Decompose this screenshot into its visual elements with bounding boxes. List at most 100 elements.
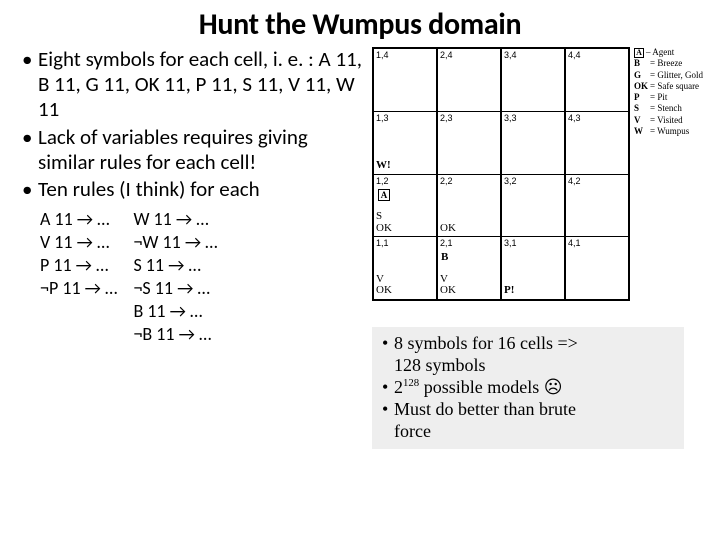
cell-44: 4,4: [566, 49, 628, 112]
left-column: Eight symbols for each cell, i. e. : A 1…: [14, 47, 372, 449]
cell-21-b: B: [441, 251, 448, 263]
coord-22: 2,2: [440, 176, 453, 186]
cell-13: 1,3 W!: [374, 112, 436, 175]
rule-p11: P 11 → …: [40, 254, 117, 277]
legend-glitter-sym: G: [634, 70, 650, 81]
summary-3a: Must do better than brute: [394, 399, 576, 419]
coord-21: 2,1: [440, 238, 453, 248]
summary-3: Must do better than bruteforce: [382, 399, 678, 443]
wumpus-figure: 1,4 1,3 W! 1,2 A S OK 1,1 V OK 2,4 2,3 2,2 OK…: [372, 47, 688, 301]
bullet-1: Eight symbols for each cell, i. e. : A 1…: [26, 47, 366, 123]
legend: A– Agent B= Breeze G= Glitter, Gold OK= …: [634, 47, 703, 137]
legend-stench: S= Stench: [634, 103, 703, 114]
cell-41: 4,1: [566, 237, 628, 299]
rule-s11: S 11 → …: [133, 254, 217, 277]
coord-11: 1,1: [376, 238, 389, 248]
coord-34: 3,4: [504, 50, 517, 60]
rule-w11: W 11 → …: [133, 208, 217, 231]
cell-31-text: P!: [504, 284, 514, 296]
rule-notw11: ¬W 11 → …: [133, 231, 217, 254]
summary-box: 8 symbols for 16 cells =>128 symbols 212…: [372, 327, 684, 449]
legend-safe-label: = Safe square: [650, 81, 699, 91]
cell-43: 4,3: [566, 112, 628, 175]
cell-14: 1,4: [374, 49, 436, 112]
legend-wumpus-sym: W: [634, 126, 650, 137]
summary-2sup: 128: [403, 377, 419, 389]
bullet-3: Ten rules (I think) for each: [26, 177, 366, 202]
legend-pit-sym: P: [634, 92, 650, 103]
main-bullets: Eight symbols for each cell, i. e. : A 1…: [14, 47, 366, 202]
rule-b11: B 11 → …: [133, 300, 217, 323]
wumpus-grid: 1,4 1,3W! 1,2AS OK 1,1V OK 2,4 2,3 2,2OK…: [372, 47, 630, 301]
coord-31: 3,1: [504, 238, 517, 248]
cell-42: 4,2: [566, 175, 628, 238]
cell-11: 1,1 V OK: [374, 237, 436, 299]
rules-col-1: A 11 → … V 11 → … P 11 → … ¬P 11 → …: [40, 208, 117, 346]
cell-34: 3,4: [502, 49, 564, 112]
legend-safe-sym: OK: [634, 81, 650, 92]
coord-12: 1,2: [376, 176, 389, 186]
legend-agent-label: – Agent: [646, 47, 674, 57]
agent-box-icon: A: [378, 189, 390, 201]
coord-23: 2,3: [440, 113, 453, 123]
grid-col-2: 2,4 2,3 2,2OK 2,1BV OK: [437, 48, 501, 300]
legend-breeze: B= Breeze: [634, 58, 703, 69]
cell-24: 2,4: [438, 49, 500, 112]
grid-col-1: 1,4 1,3 W! 1,2 A S OK 1,1 V OK: [373, 48, 437, 300]
legend-visited-label: = Visited: [650, 115, 683, 125]
summary-2a: 2: [394, 377, 403, 397]
rule-notp11: ¬P 11 → …: [40, 277, 117, 300]
legend-agent-box-icon: A: [634, 48, 644, 58]
rules-columns: A 11 → … V 11 → … P 11 → … ¬P 11 → … W 1…: [14, 208, 366, 346]
coord-42: 4,2: [568, 176, 581, 186]
rule-v11: V 11 → …: [40, 231, 117, 254]
summary-1a: 8 symbols for 16 cells =>: [394, 333, 578, 353]
legend-agent: A– Agent: [634, 47, 703, 58]
legend-stench-label: = Stench: [650, 103, 682, 113]
cell-33: 3,3: [502, 112, 564, 175]
grid-col-3: 3,4 3,3 3,2 3,1 P!: [501, 48, 565, 300]
cell-13-text: W!: [376, 159, 391, 171]
cell-12: 1,2 A S OK: [374, 175, 436, 238]
content: Eight symbols for each cell, i. e. : A 1…: [0, 47, 720, 449]
legend-pit-label: = Pit: [650, 92, 667, 102]
grid-col-4: 4,4 4,3 4,2 4,1: [565, 48, 629, 300]
legend-visited: V= Visited: [634, 115, 703, 126]
rule-notb11: ¬B 11 → …: [133, 323, 217, 346]
legend-visited-sym: V: [634, 115, 650, 126]
rules-col-2: W 11 → … ¬W 11 → … S 11 → … ¬S 11 → … B …: [133, 208, 217, 346]
coord-43: 4,3: [568, 113, 581, 123]
coord-41: 4,1: [568, 238, 581, 248]
coord-44: 4,4: [568, 50, 581, 60]
legend-glitter-label: = Glitter, Gold: [650, 70, 703, 80]
summary-2: 2128 possible models ☹: [382, 377, 678, 399]
cell-11-text: V OK: [376, 274, 392, 297]
bullet-2: Lack of variables requires giving simila…: [26, 125, 366, 175]
cell-12-text: S OK: [376, 211, 392, 234]
right-column: 1,4 1,3 W! 1,2 A S OK 1,1 V OK 2,4 2,3 2,2 OK…: [372, 47, 704, 449]
page-title: Hunt the Wumpus domain: [0, 0, 720, 47]
summary-2c: possible models ☹: [419, 377, 562, 397]
rule-nots11: ¬S 11 → …: [133, 277, 217, 300]
legend-glitter: G= Glitter, Gold: [634, 70, 703, 81]
cell-21: 2,1 B V OK: [438, 237, 500, 299]
legend-pit: P= Pit: [634, 92, 703, 103]
summary-1: 8 symbols for 16 cells =>128 symbols: [382, 333, 678, 377]
cell-21-text: V OK: [440, 274, 456, 297]
legend-breeze-sym: B: [634, 58, 650, 69]
coord-13: 1,3: [376, 113, 389, 123]
cell-32: 3,2: [502, 175, 564, 238]
cell-23: 2,3: [438, 112, 500, 175]
coord-14: 1,4: [376, 50, 389, 60]
summary-3b: force: [394, 421, 431, 441]
coord-32: 3,2: [504, 176, 517, 186]
coord-33: 3,3: [504, 113, 517, 123]
legend-wumpus: W= Wumpus: [634, 126, 703, 137]
legend-safe: OK= Safe square: [634, 81, 703, 92]
rule-a11: A 11 → …: [40, 208, 117, 231]
summary-1b: 128 symbols: [394, 355, 486, 375]
legend-breeze-label: = Breeze: [650, 58, 682, 68]
legend-stench-sym: S: [634, 103, 650, 114]
legend-wumpus-label: = Wumpus: [650, 126, 689, 136]
coord-24: 2,4: [440, 50, 453, 60]
